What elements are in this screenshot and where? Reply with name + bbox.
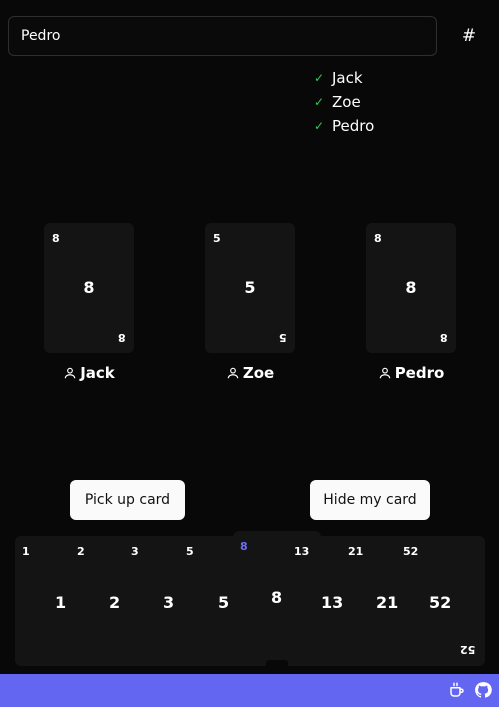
card-value: 8 <box>83 278 95 297</box>
check-icon: ✓ <box>314 95 325 109</box>
card-owner: Zoe <box>175 364 325 382</box>
owner-name: Jack <box>80 364 115 382</box>
table-card-zoe: 5 5 5 Zoe <box>205 223 295 382</box>
player-name: Jack <box>332 69 363 87</box>
github-icon[interactable] <box>474 681 492 699</box>
list-item: ✓ Pedro <box>314 114 374 138</box>
list-item: ✓ Zoe <box>314 90 374 114</box>
card-corner-value: 8 <box>118 331 126 344</box>
card-corner-value: 13 <box>294 545 310 558</box>
player-name-input[interactable] <box>8 16 437 56</box>
card-corner-value: 5 <box>279 331 287 344</box>
card-value: 8 <box>405 278 417 297</box>
card-corner-value: 1 <box>22 545 30 558</box>
card-corner-value: 5 <box>213 232 221 245</box>
card-owner: Jack <box>14 364 164 382</box>
card-value: 8 <box>271 588 283 607</box>
owner-name: Zoe <box>242 364 275 382</box>
card-value: 5 <box>244 278 256 297</box>
card-corner-value: 52 <box>460 643 476 656</box>
player-name: Zoe <box>332 93 361 111</box>
card-corner-value: 21 <box>348 545 364 558</box>
footer-bar <box>0 674 499 707</box>
card-corner-value: 52 <box>403 545 419 558</box>
player-name: Pedro <box>332 117 375 135</box>
user-icon <box>379 367 390 379</box>
card-value: 3 <box>163 593 175 612</box>
card-value: 13 <box>321 593 344 612</box>
drag-handle[interactable] <box>266 660 288 668</box>
card-corner-value: 8 <box>374 232 382 245</box>
card-corner-value: 8 <box>440 331 448 344</box>
card-value: 2 <box>109 593 121 612</box>
coffee-icon[interactable] <box>448 681 466 699</box>
list-item: ✓ Jack <box>314 66 374 90</box>
card-corner-value: 5 <box>186 545 194 558</box>
check-icon: ✓ <box>314 119 325 133</box>
card-value: 5 <box>218 593 230 612</box>
card-owner: Pedro <box>336 364 486 382</box>
hide-my-card-button[interactable]: Hide my card <box>310 480 430 520</box>
check-icon: ✓ <box>314 71 325 85</box>
card-corner-value: 3 <box>131 545 139 558</box>
card-corner-value: 8 <box>52 232 60 245</box>
playing-card: 8 8 8 <box>366 223 456 353</box>
user-icon <box>64 367 76 379</box>
card-corner-value: 8 <box>240 540 248 553</box>
playing-card: 5 5 5 <box>205 223 295 353</box>
playing-card: 8 8 8 <box>44 223 134 353</box>
pick-up-card-button[interactable]: Pick up card <box>70 480 185 520</box>
owner-name: Pedro <box>394 364 445 382</box>
hash-icon[interactable]: # <box>449 16 489 56</box>
table-card-jack: 8 8 8 Jack <box>44 223 134 382</box>
table-card-pedro: 8 8 8 Pedro <box>366 223 456 382</box>
card-value: 1 <box>55 593 67 612</box>
user-icon <box>227 367 239 379</box>
card-value: 21 <box>376 593 399 612</box>
ready-players-list: ✓ Jack ✓ Zoe ✓ Pedro <box>314 66 374 138</box>
card-corner-value: 2 <box>77 545 85 558</box>
card-value: 52 <box>429 593 452 612</box>
